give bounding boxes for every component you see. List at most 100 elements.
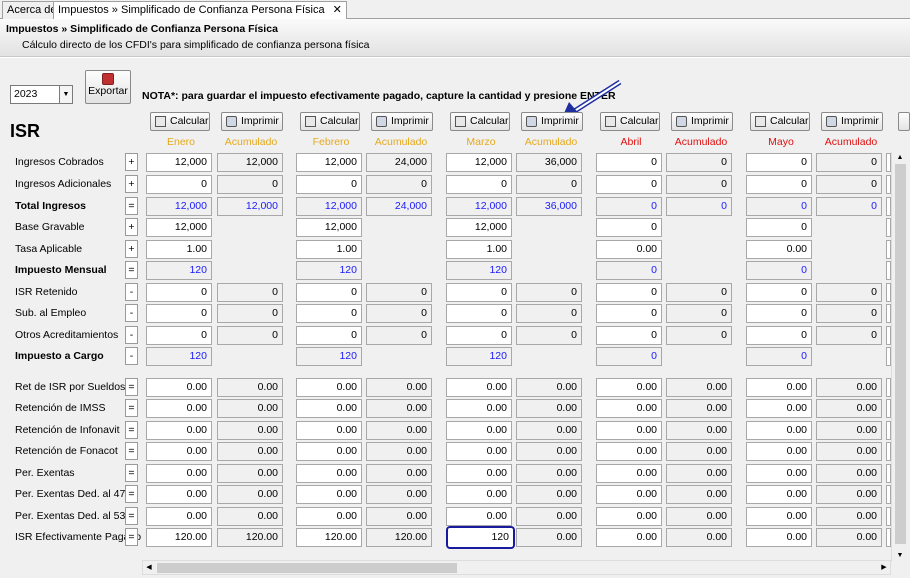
scroll-up-icon[interactable]: ▲	[894, 152, 906, 164]
month-value[interactable]: 0.00	[596, 485, 662, 504]
month-value[interactable]: 12,000	[296, 153, 362, 172]
calcular-button[interactable]	[898, 112, 910, 131]
month-value[interactable]: 1.00	[296, 240, 362, 259]
month-value[interactable]: 0.00	[146, 464, 212, 483]
month-value[interactable]: 0.00	[596, 378, 662, 397]
calcular-button[interactable]: Calcular	[300, 112, 360, 131]
month-value[interactable]: 0	[746, 283, 812, 302]
month-value[interactable]: 0	[746, 175, 812, 194]
month-value[interactable]: 0	[146, 326, 212, 345]
month-value[interactable]: 0.00	[746, 464, 812, 483]
month-value[interactable]: 0	[596, 153, 662, 172]
month-value[interactable]: 0	[296, 175, 362, 194]
month-value[interactable]: 0	[146, 283, 212, 302]
month-value[interactable]: 0.00	[296, 378, 362, 397]
close-icon[interactable]: ✕	[333, 4, 342, 16]
month-value[interactable]: 0.00	[596, 421, 662, 440]
month-value[interactable]: 0.00	[296, 442, 362, 461]
month-value[interactable]: 12,000	[146, 153, 212, 172]
month-value[interactable]: 0.00	[746, 485, 812, 504]
month-value[interactable]: 0.00	[446, 378, 512, 397]
month-value[interactable]: 12,000	[446, 153, 512, 172]
imprimir-button[interactable]: Imprimir	[221, 112, 283, 131]
month-value[interactable]: 0.00	[146, 421, 212, 440]
month-value[interactable]: 0.00	[146, 378, 212, 397]
month-value[interactable]: 0	[446, 326, 512, 345]
month-value[interactable]: 0	[746, 326, 812, 345]
month-value[interactable]: 0.00	[596, 507, 662, 526]
month-value[interactable]: 0	[596, 304, 662, 323]
month-value[interactable]: 1.00	[446, 240, 512, 259]
month-value[interactable]: 0.00	[296, 399, 362, 418]
calcular-button[interactable]: Calcular	[450, 112, 510, 131]
month-value[interactable]: 0	[296, 304, 362, 323]
month-value[interactable]: 0.00	[746, 378, 812, 397]
month-value[interactable]: 0	[746, 153, 812, 172]
month-value[interactable]: 0.00	[146, 507, 212, 526]
month-value[interactable]: 0.00	[146, 442, 212, 461]
month-value[interactable]: 0.00	[446, 442, 512, 461]
month-value[interactable]: 0.00	[746, 507, 812, 526]
month-value[interactable]: 0.00	[596, 528, 662, 547]
month-value[interactable]: 0	[746, 218, 812, 237]
scroll-thumb[interactable]	[157, 563, 457, 573]
accumulated-value: 0	[816, 326, 882, 345]
month-value[interactable]: 0	[446, 304, 512, 323]
vertical-scrollbar[interactable]: ▲ ▼	[891, 152, 908, 562]
month-value[interactable]: 0.00	[446, 464, 512, 483]
month-value[interactable]: 0.00	[296, 464, 362, 483]
month-value[interactable]: 12,000	[146, 218, 212, 237]
month-value[interactable]: 0.00	[746, 421, 812, 440]
horizontal-scrollbar[interactable]: ◀ ▶	[142, 560, 891, 575]
month-value[interactable]: 0.00	[746, 528, 812, 547]
month-value[interactable]: 120.00	[146, 528, 212, 547]
month-value[interactable]: 0.00	[446, 421, 512, 440]
month-value[interactable]: 0	[296, 283, 362, 302]
month-value[interactable]: 0.00	[146, 399, 212, 418]
month-value[interactable]: 0.00	[446, 485, 512, 504]
month-value[interactable]: 12,000	[296, 218, 362, 237]
month-value[interactable]: 0	[146, 304, 212, 323]
month-value[interactable]: 0.00	[146, 485, 212, 504]
month-value[interactable]: 0.00	[446, 507, 512, 526]
month-value[interactable]: 0	[746, 304, 812, 323]
month-value[interactable]: 0	[146, 175, 212, 194]
month-value[interactable]: 0	[446, 283, 512, 302]
month-value[interactable]: 0	[596, 326, 662, 345]
export-button[interactable]: Exportar	[85, 70, 131, 104]
scroll-thumb[interactable]	[895, 164, 906, 544]
imprimir-button[interactable]: Imprimir	[521, 112, 583, 131]
month-value[interactable]: 0	[596, 175, 662, 194]
month-value[interactable]: 0	[296, 326, 362, 345]
scroll-left-icon[interactable]: ◀	[143, 561, 155, 574]
month-value[interactable]: 0	[596, 283, 662, 302]
month-value[interactable]: 0.00	[446, 399, 512, 418]
month-value[interactable]: 0.00	[296, 421, 362, 440]
month-value[interactable]: 0.00	[596, 240, 662, 259]
scroll-down-icon[interactable]: ▼	[894, 550, 906, 562]
month-value[interactable]: 0	[446, 175, 512, 194]
month-value[interactable]: 0.00	[746, 399, 812, 418]
calcular-button[interactable]: Calcular	[150, 112, 210, 131]
month-value[interactable]: 120.00	[296, 528, 362, 547]
scroll-right-icon[interactable]: ▶	[878, 561, 890, 574]
month-value[interactable]: 0.00	[746, 240, 812, 259]
calcular-button[interactable]: Calcular	[750, 112, 810, 131]
year-select[interactable]: 2023 ▼	[10, 85, 73, 104]
month-value[interactable]: 0.00	[596, 442, 662, 461]
imprimir-button[interactable]: Imprimir	[671, 112, 733, 131]
month-value[interactable]: 12,000	[446, 218, 512, 237]
isr-pagado-input[interactable]: 120	[446, 526, 515, 549]
month-value[interactable]: 0	[596, 218, 662, 237]
month-value[interactable]: 0.00	[296, 507, 362, 526]
chevron-down-icon[interactable]: ▼	[59, 86, 72, 103]
calcular-button[interactable]: Calcular	[600, 112, 660, 131]
month-value[interactable]: 0.00	[596, 464, 662, 483]
month-value[interactable]: 0.00	[296, 485, 362, 504]
imprimir-button[interactable]: Imprimir	[821, 112, 883, 131]
month-value[interactable]: 1.00	[146, 240, 212, 259]
month-value[interactable]: 0.00	[746, 442, 812, 461]
imprimir-button[interactable]: Imprimir	[371, 112, 433, 131]
tab-impuestos[interactable]: Impuestos » Simplificado de Confianza Pe…	[53, 1, 347, 20]
month-value[interactable]: 0.00	[596, 399, 662, 418]
